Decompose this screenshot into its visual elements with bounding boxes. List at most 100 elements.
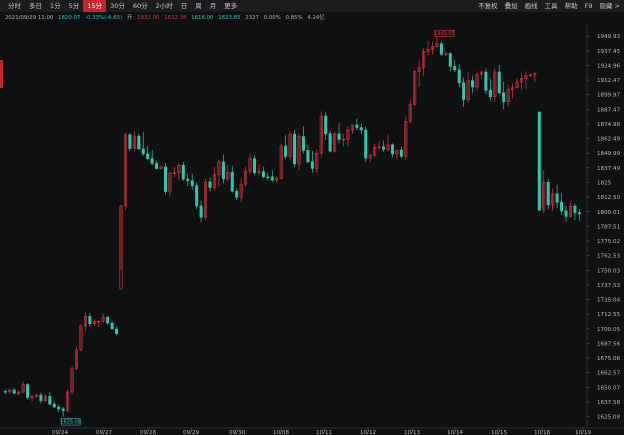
candle-body xyxy=(382,146,386,150)
candle-up xyxy=(172,167,176,177)
candle-up xyxy=(21,381,25,394)
y-tick-label: 1762.53 xyxy=(597,254,621,260)
candle-up xyxy=(17,390,21,396)
x-tick-label: 09/29 xyxy=(183,430,200,435)
candle-body xyxy=(221,161,225,180)
candle-down xyxy=(399,146,403,159)
candle-up xyxy=(79,324,83,352)
candle-up xyxy=(92,319,96,327)
candle-body xyxy=(115,328,119,334)
candle-down xyxy=(12,388,16,394)
candle-down xyxy=(52,401,56,409)
candle-down xyxy=(301,126,305,154)
x-tick-label: 09/28 xyxy=(140,430,157,435)
y-tick-label: 1949.93 xyxy=(597,34,621,40)
candle-up xyxy=(466,72,470,103)
candle-body xyxy=(181,164,185,180)
candle-up xyxy=(8,389,12,394)
candle-body xyxy=(88,316,92,325)
x-tick-label: 09/24 xyxy=(52,430,69,435)
candle-down xyxy=(57,404,61,413)
candle-up xyxy=(212,167,216,191)
candle-body xyxy=(150,158,154,164)
candle-up xyxy=(519,72,523,91)
y-tick-label: 1725.04 xyxy=(597,298,621,304)
candle-body xyxy=(106,316,110,324)
candle-down xyxy=(439,41,443,56)
y-tick-label: 1874.98 xyxy=(597,122,621,128)
candle-down xyxy=(115,326,119,336)
y-tick-label: 1662.57 xyxy=(597,371,621,377)
x-tick-label: 10/15 xyxy=(491,430,508,435)
candlestick-chart[interactable]: 1949.93 1937.45 1924.96 1912.47 1899.97 1887.… xyxy=(0,0,624,435)
y-tick-label: 1837.49 xyxy=(597,166,621,172)
candle-up xyxy=(528,73,532,78)
candle-up xyxy=(279,143,283,180)
candle-up xyxy=(97,320,101,328)
candle-down xyxy=(364,126,368,163)
candle-down xyxy=(190,173,194,190)
y-tick-label: 1700.05 xyxy=(597,327,621,333)
candle-up xyxy=(524,71,528,89)
candle-down xyxy=(453,60,457,72)
candle-body xyxy=(199,205,203,218)
candle-body xyxy=(306,149,310,163)
candle-down xyxy=(164,163,168,195)
candle-body xyxy=(128,134,132,149)
candle-up xyxy=(123,132,127,210)
candle-body xyxy=(137,135,141,150)
candle-up xyxy=(568,201,572,218)
candle-down xyxy=(310,150,314,173)
x-tick-label: 10/14 xyxy=(447,430,464,435)
candle-body xyxy=(52,403,56,408)
y-tick-label: 1800.01 xyxy=(597,210,621,216)
candle-down xyxy=(537,111,541,211)
candle-down xyxy=(3,389,7,395)
candle-up xyxy=(119,204,123,290)
candle-up xyxy=(75,345,79,371)
candle-down xyxy=(61,406,65,417)
candle-down xyxy=(270,170,274,183)
candle-up xyxy=(43,394,47,403)
y-tick-label: 1625.08 xyxy=(597,415,621,421)
candle-body xyxy=(390,144,394,155)
candle-up xyxy=(506,85,510,107)
candle-body xyxy=(155,163,159,169)
candle-body xyxy=(488,89,492,97)
candle-up xyxy=(239,178,243,203)
x-tick-label: 10/08 xyxy=(273,430,290,435)
candle-up xyxy=(426,40,430,56)
candle-up xyxy=(248,152,252,175)
candle-body xyxy=(146,153,150,160)
candle-up xyxy=(413,69,417,107)
candle-down xyxy=(560,193,564,215)
y-tick-label: 1675.06 xyxy=(597,356,621,362)
candle-up xyxy=(417,60,421,87)
candle-up xyxy=(101,313,105,323)
candle-down xyxy=(573,203,577,221)
candle-up xyxy=(333,131,337,153)
candle-body xyxy=(453,66,457,71)
candle-down xyxy=(88,312,92,327)
candle-down xyxy=(564,205,568,222)
candle-down xyxy=(359,123,363,135)
candle-body xyxy=(546,182,550,206)
candle-up xyxy=(430,41,434,55)
y-tick-label: 1712.55 xyxy=(597,312,621,318)
candle-up xyxy=(168,171,172,197)
candle-body xyxy=(462,82,466,100)
y-tick-label: 1787.51 xyxy=(597,224,621,230)
candle-down xyxy=(146,145,150,161)
low-price-label: 1625.08 xyxy=(60,420,81,426)
candle-body xyxy=(253,158,257,173)
candle-body xyxy=(355,124,359,128)
candle-up xyxy=(515,78,519,89)
candle-body xyxy=(186,178,190,182)
candle-up xyxy=(493,68,497,102)
candle-up xyxy=(315,149,319,173)
candle-up xyxy=(479,70,483,79)
candle-up xyxy=(551,188,555,212)
candle-up xyxy=(275,176,279,183)
y-tick-label: 1825 xyxy=(597,181,612,187)
candle-up xyxy=(66,389,70,413)
